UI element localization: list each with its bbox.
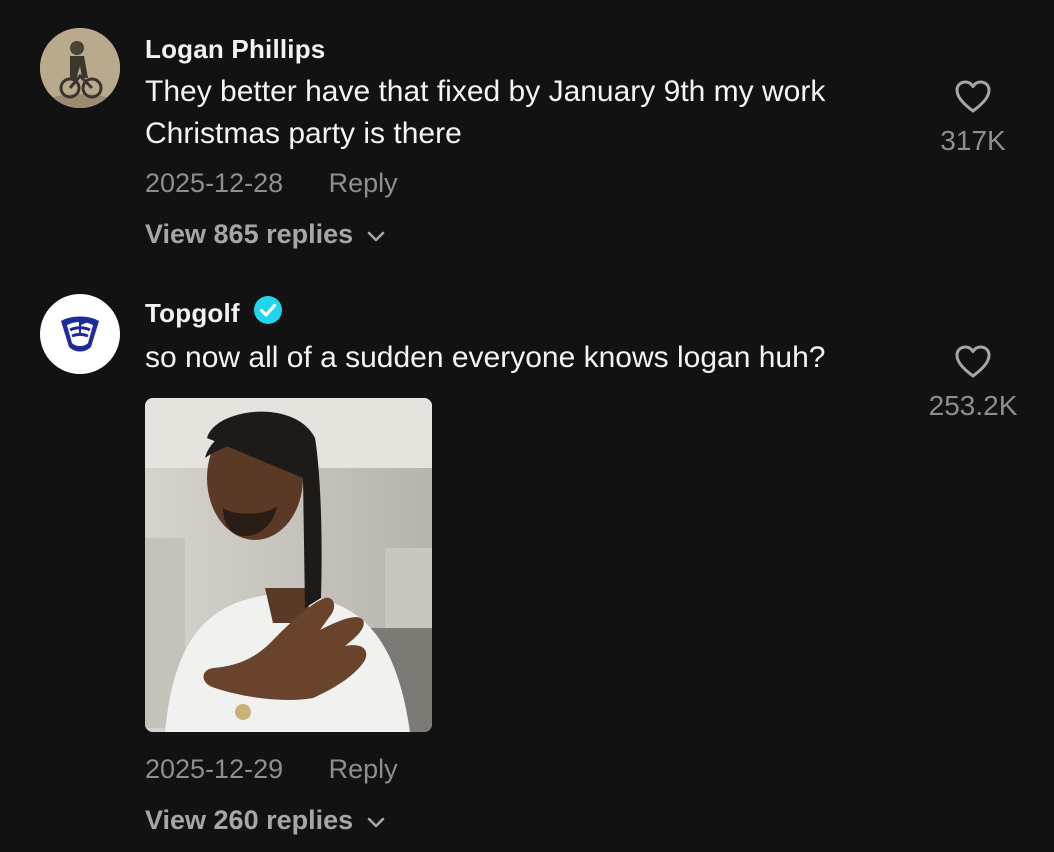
verified-badge-icon bbox=[253, 295, 282, 331]
comment-username[interactable]: Topgolf bbox=[145, 295, 282, 331]
chevron-down-icon bbox=[367, 805, 385, 836]
like-count: 253.2K bbox=[928, 390, 1018, 421]
like-control: 253.2K bbox=[918, 345, 1028, 422]
view-replies-button[interactable]: View 260 replies bbox=[145, 805, 385, 836]
view-replies-label: View 260 replies bbox=[145, 805, 354, 835]
comment-item: Topgolf so now all of a sudden everyone … bbox=[0, 0, 1054, 852]
reply-button[interactable]: Reply bbox=[329, 754, 398, 784]
comment-gif[interactable] bbox=[145, 398, 432, 732]
comment-text: so now all of a sudden everyone knows lo… bbox=[145, 341, 826, 374]
comment-meta: 2025-12-29 Reply bbox=[145, 754, 398, 785]
username-label[interactable]: Topgolf bbox=[145, 298, 240, 328]
topgolf-logo-icon bbox=[61, 316, 99, 352]
comment-date: 2025-12-29 bbox=[145, 754, 284, 784]
heart-icon[interactable] bbox=[918, 345, 1028, 384]
reaction-gif-image bbox=[145, 398, 432, 732]
avatar[interactable] bbox=[40, 294, 120, 374]
